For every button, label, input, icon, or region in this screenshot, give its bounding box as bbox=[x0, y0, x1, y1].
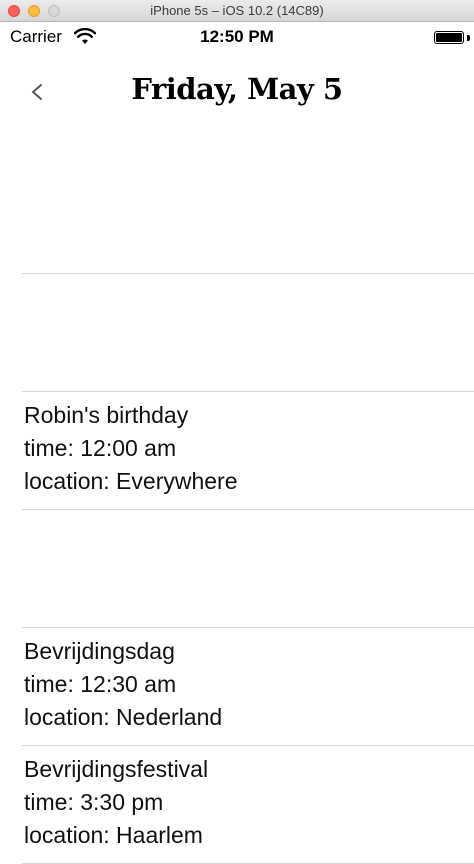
status-bar: Carrier 12:50 PM bbox=[0, 22, 474, 52]
event-row-empty[interactable] bbox=[22, 274, 474, 392]
battery-tip bbox=[467, 35, 470, 41]
event-list: Robin's birthday time: 12:00 am location… bbox=[0, 156, 474, 864]
event-time: time: 12:00 am bbox=[24, 435, 177, 461]
page-title: Friday, May 5 bbox=[131, 72, 343, 106]
event-row-empty[interactable] bbox=[22, 510, 474, 628]
event-title: Robin's birthday bbox=[24, 402, 189, 428]
event-time: time: 12:30 am bbox=[24, 671, 177, 697]
event-location: location: Nederland bbox=[24, 704, 223, 730]
battery-icon bbox=[434, 31, 464, 44]
event-row[interactable]: Robin's birthday time: 12:00 am location… bbox=[22, 392, 474, 510]
event-row[interactable]: Bevrijdingsfestival time: 3:30 pm locati… bbox=[22, 746, 474, 864]
event-row[interactable]: Bevrijdingsdag time: 12:30 am location: … bbox=[22, 628, 474, 746]
event-row-empty[interactable] bbox=[22, 156, 474, 274]
event-title: Bevrijdingsfestival bbox=[24, 756, 209, 782]
window-title: iPhone 5s – iOS 10.2 (14C89) bbox=[150, 3, 324, 18]
simulator-title-bar: iPhone 5s – iOS 10.2 (14C89) bbox=[0, 0, 474, 22]
event-title: Bevrijdingsdag bbox=[24, 638, 175, 664]
event-location: location: Everywhere bbox=[24, 468, 238, 494]
event-time: time: 3:30 pm bbox=[24, 789, 164, 815]
status-time: 12:50 PM bbox=[200, 27, 274, 46]
battery-level bbox=[436, 33, 462, 42]
navigation-header: Friday, May 5 bbox=[0, 52, 474, 132]
event-location: location: Haarlem bbox=[24, 822, 203, 848]
